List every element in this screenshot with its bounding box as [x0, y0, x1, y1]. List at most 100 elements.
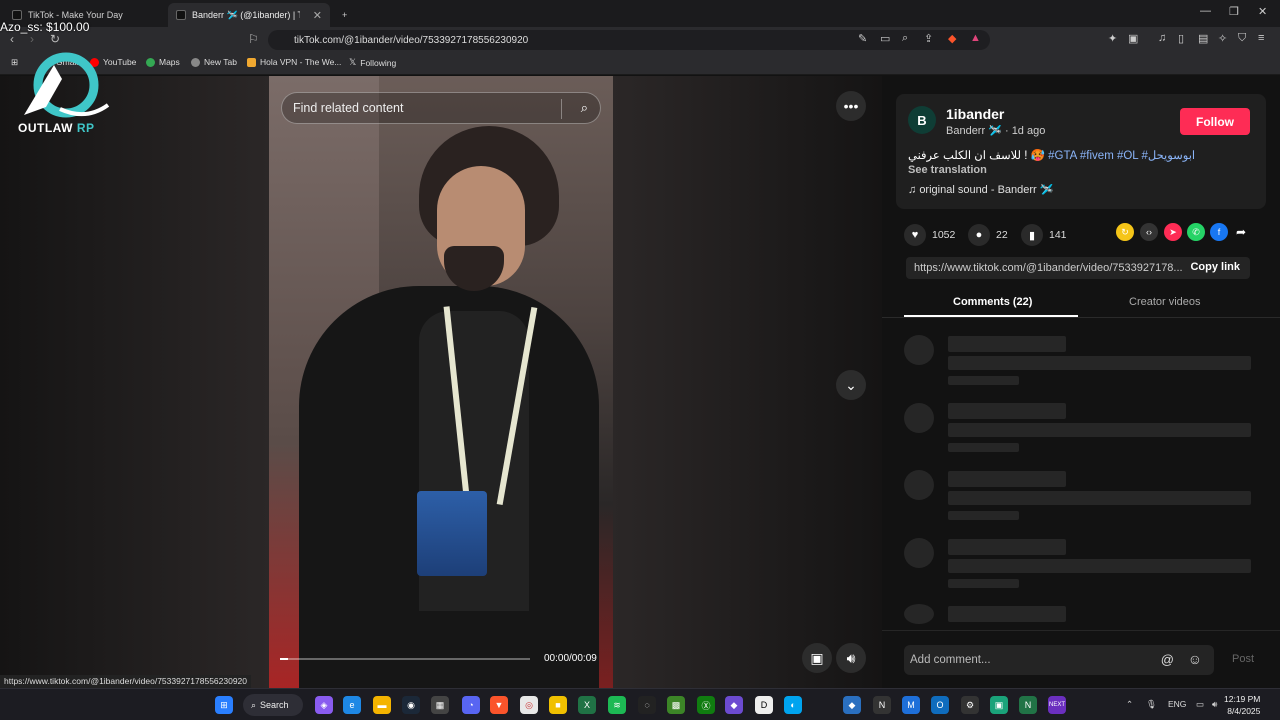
new-tab-button[interactable]: +	[334, 3, 355, 27]
tab-creator-videos[interactable]: Creator videos	[1129, 296, 1201, 308]
xbox-icon[interactable]: Ⓧ	[697, 696, 715, 714]
language-indicator[interactable]: ENG	[1168, 699, 1186, 709]
app-icon[interactable]: D	[755, 696, 773, 714]
tiktok-icon	[12, 10, 22, 20]
bookmark-icon[interactable]: ⚐	[248, 32, 259, 46]
vpn-icon[interactable]: ⛉	[1238, 32, 1246, 45]
address-bar-row: ‹ › ↻ ⚐ tikTok.com/@1ibander/video/75339…	[0, 27, 1280, 53]
share-arrow-icon[interactable]: ➦	[1232, 223, 1250, 241]
minimize-icon[interactable]: —	[1200, 5, 1211, 17]
app-icon[interactable]: ◆	[843, 696, 861, 714]
close-window-icon[interactable]: ✕	[1258, 5, 1267, 18]
whatsapp-icon[interactable]: ✆	[1187, 223, 1205, 241]
screenshot-icon[interactable]: ▣	[1128, 32, 1138, 45]
follow-button[interactable]: Follow	[1180, 108, 1250, 135]
save-button[interactable]: ▮ 141	[1021, 224, 1067, 246]
cast-icon[interactable]: ▭	[880, 32, 890, 45]
steam-icon[interactable]: ◉	[402, 696, 420, 714]
outlook-icon[interactable]: O	[931, 696, 949, 714]
bookmark-new-tab[interactable]: New Tab	[191, 57, 237, 67]
comment-skeleton-line	[948, 491, 1251, 505]
chrome-icon[interactable]: ◎	[520, 696, 538, 714]
taskbar-clock[interactable]: 12:19 PM 8/4/2025	[1224, 693, 1260, 717]
menu-icon[interactable]: ≡	[1258, 32, 1264, 44]
app-icon[interactable]: ◌	[638, 696, 656, 714]
miniplayer-button[interactable]: ▣	[802, 643, 832, 673]
app-icon[interactable]: NEXT	[1048, 696, 1066, 714]
copilot-icon[interactable]: ◈	[315, 696, 333, 714]
bookmark-following[interactable]: 𝕏 Following	[349, 57, 396, 68]
app-icon[interactable]: N	[1019, 696, 1037, 714]
windows-taskbar: ⊞ ⌕ Search ◈ e ▬ ◉ ▦ ◔ ▼ ◎ ■ X ≋ ◌ ▩ Ⓧ ◆…	[0, 688, 1280, 720]
find-related-search[interactable]: Find related content ⌕	[281, 92, 601, 124]
discord-icon[interactable]: ◔	[462, 696, 480, 714]
music-icon[interactable]: ♫	[1158, 32, 1166, 44]
video-player[interactable]	[269, 76, 613, 688]
brave-icon[interactable]: ▼	[490, 696, 508, 714]
comment-icon: ●	[968, 224, 990, 246]
post-comment-button[interactable]: Post	[1232, 653, 1254, 665]
tab-comments[interactable]: Comments (22)	[953, 296, 1032, 308]
sound-link[interactable]: ♫ original sound - Banderr 🛩️	[908, 183, 1053, 196]
description-hashtags[interactable]: #GTA #fivem #OL #ابوسويحل	[1048, 150, 1195, 162]
mention-icon[interactable]: @	[1161, 652, 1174, 667]
reload-icon[interactable]: ↻	[50, 32, 60, 46]
app-icon[interactable]: ▣	[990, 696, 1008, 714]
volume-icon[interactable]: 🔊︎	[1212, 699, 1217, 710]
avatar[interactable]: B	[908, 106, 936, 134]
edge-icon[interactable]: e	[343, 696, 361, 714]
close-tab-icon[interactable]: ✕	[313, 9, 322, 22]
embed-icon[interactable]: ‹›	[1140, 223, 1158, 241]
rewards-icon[interactable]: ▲	[970, 32, 981, 44]
volume-button[interactable]: 🔊︎	[836, 643, 866, 673]
more-options-button[interactable]: •••	[836, 91, 866, 121]
comment-skeleton-line	[948, 423, 1251, 437]
microphone-icon[interactable]: 🎙︎	[1146, 699, 1157, 710]
app-icon[interactable]: ◐	[784, 696, 802, 714]
app-icon[interactable]: ■	[549, 696, 567, 714]
file-explorer-icon[interactable]: ▬	[373, 696, 391, 714]
zoom-icon[interactable]: ⌕	[902, 32, 908, 45]
taskbar-search[interactable]: ⌕ Search	[243, 694, 303, 716]
extensions-icon[interactable]: ✦	[1108, 32, 1117, 45]
username[interactable]: 1ibander	[946, 106, 1004, 122]
add-comment-input[interactable]: Add comment... @ ☺	[904, 645, 1214, 675]
wallet-icon[interactable]: ▤	[1198, 32, 1208, 45]
start-icon[interactable]: ⊞	[215, 696, 233, 714]
emoji-icon[interactable]: ☺	[1188, 651, 1202, 667]
like-button[interactable]: ♥ 1052	[904, 224, 955, 246]
comment-button[interactable]: ● 22	[968, 224, 1008, 246]
excel-icon[interactable]: X	[578, 696, 596, 714]
video-progress-bar[interactable]	[280, 658, 530, 660]
minecraft-icon[interactable]: ▩	[667, 696, 685, 714]
app-icon[interactable]: ⚙	[961, 696, 979, 714]
app-icon[interactable]: N	[873, 696, 891, 714]
spotify-icon[interactable]: ≋	[608, 696, 626, 714]
network-icon[interactable]: ▭	[1196, 699, 1204, 710]
bookmark-hola[interactable]: Hola VPN - The We...	[247, 57, 341, 67]
video-link-field[interactable]: https://www.tiktok.com/@1ibander/video/7…	[906, 257, 1250, 279]
leo-ai-icon[interactable]: ✧	[1218, 32, 1227, 45]
brave-shield-icon[interactable]: ◆	[948, 32, 956, 45]
repost-icon[interactable]: ↻	[1116, 223, 1134, 241]
see-translation-link[interactable]: See translation	[908, 164, 987, 176]
share-icon[interactable]: ⇪	[924, 32, 933, 45]
restore-icon[interactable]: ❐	[1229, 5, 1239, 18]
store-icon[interactable]: ▦	[431, 696, 449, 714]
tray-chevron-icon[interactable]: ⌃	[1126, 699, 1133, 710]
search-icon[interactable]: ⌕	[581, 100, 588, 116]
bookmark-maps[interactable]: Maps	[146, 57, 180, 67]
next-video-button[interactable]: ⌄	[836, 370, 866, 400]
copy-link-button[interactable]: Copy link	[1190, 261, 1240, 273]
video-stage: Find related content ⌕ ••• ⌄ ▣ 🔊︎ 00:00/…	[0, 76, 882, 688]
send-icon[interactable]: ➤	[1164, 223, 1182, 241]
sidebar-icon[interactable]: ▯	[1178, 32, 1184, 45]
app-icon[interactable]: M	[902, 696, 920, 714]
back-icon[interactable]: ‹	[10, 32, 14, 46]
save-count: 141	[1049, 229, 1067, 241]
facebook-icon[interactable]: f	[1210, 223, 1228, 241]
tab-banderr[interactable]: Banderr 🛩️ (@1ibander) | Tik ✕	[168, 3, 330, 27]
forward-icon[interactable]: ›	[30, 32, 34, 46]
translate-icon[interactable]: ✎	[858, 32, 867, 45]
game-icon[interactable]: ◆	[725, 696, 743, 714]
